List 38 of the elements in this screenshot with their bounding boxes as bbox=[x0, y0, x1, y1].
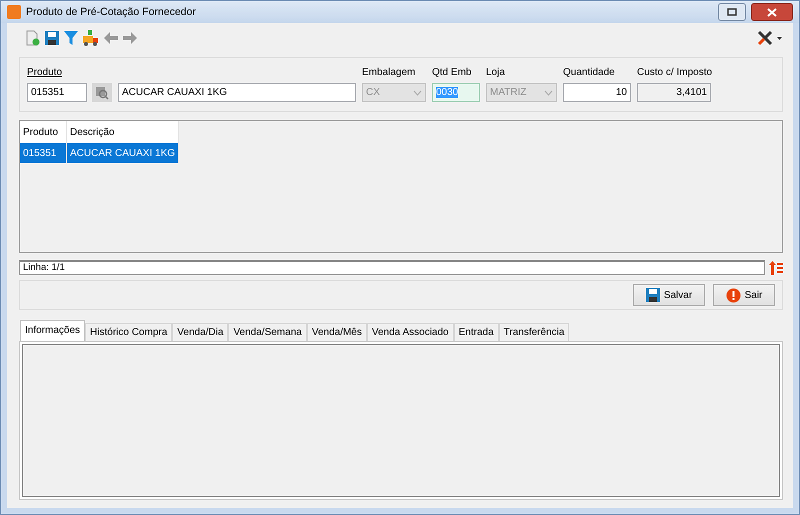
input-field[interactable]: 10 bbox=[563, 83, 631, 102]
value-field: 3,4101 bbox=[637, 83, 711, 102]
field-label: Custo c/ Imposto bbox=[637, 66, 712, 79]
arrow-right-icon[interactable] bbox=[122, 31, 138, 45]
tab[interactable]: Venda/Dia bbox=[172, 323, 228, 341]
tab[interactable]: Informações bbox=[20, 320, 86, 341]
chevron-icon bbox=[544, 90, 553, 96]
tab[interactable]: Histórico Compra bbox=[85, 323, 172, 341]
tab[interactable]: Venda/Mês bbox=[306, 323, 367, 341]
restore-button[interactable] bbox=[718, 3, 746, 21]
field-label: Qtd Emb bbox=[432, 66, 472, 79]
table-cell[interactable]: 015351 bbox=[20, 143, 66, 163]
field-label: Embalagem bbox=[362, 66, 416, 79]
close-icon bbox=[767, 8, 777, 16]
window-title: Produto de Pré-Cotação Fornecedor bbox=[26, 6, 197, 18]
tools-icon[interactable] bbox=[757, 30, 783, 46]
save-button[interactable]: Salvar bbox=[633, 284, 705, 306]
product-code-field[interactable]: 015351 bbox=[27, 83, 87, 102]
arrow-left-icon[interactable] bbox=[103, 31, 119, 45]
status-bar: Linha: 1/1 bbox=[19, 260, 765, 275]
field-label: Loja bbox=[486, 66, 506, 79]
chevron-icon bbox=[413, 90, 422, 96]
tab[interactable]: Transferência bbox=[498, 323, 570, 341]
description-field[interactable]: ACUCAR CAUAXI 1KG bbox=[118, 83, 356, 102]
tab[interactable]: Venda Associado bbox=[366, 323, 454, 341]
tab[interactable]: Entrada bbox=[454, 323, 499, 341]
search-icon[interactable] bbox=[92, 83, 112, 102]
restore-icon bbox=[727, 8, 737, 16]
field-label[interactable]: Produto bbox=[27, 66, 112, 79]
app-icon bbox=[7, 5, 21, 19]
exit-icon bbox=[726, 288, 741, 302]
tab[interactable]: Venda/Semana bbox=[228, 323, 307, 341]
truck-icon[interactable] bbox=[82, 30, 100, 46]
exit-button[interactable]: Sair bbox=[713, 284, 775, 306]
table-cell[interactable]: ACUCAR CAUAXI 1KG bbox=[66, 143, 179, 163]
field-label: Quantidade bbox=[563, 66, 616, 79]
sort-icon[interactable] bbox=[769, 260, 783, 274]
close-button[interactable] bbox=[751, 3, 793, 21]
